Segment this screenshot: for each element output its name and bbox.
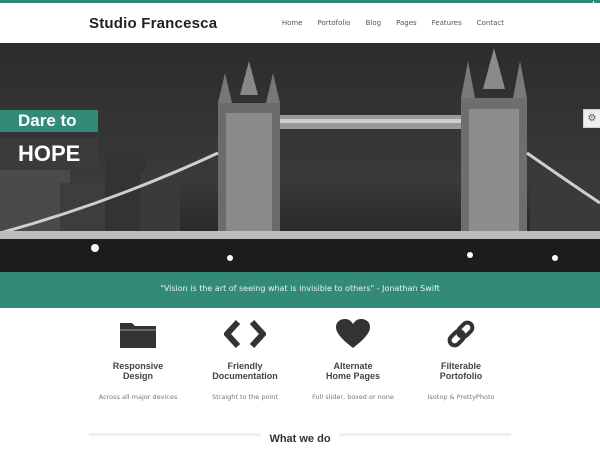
hero-caption-line2: HOPE <box>0 138 98 170</box>
nav-contact[interactable]: Contact <box>477 19 504 27</box>
feature-alternate-home-pages: Alternate Home Pages Full slider, boxed … <box>298 316 408 401</box>
heart-icon <box>298 316 408 352</box>
hero-caption-line1: Dare to <box>0 110 98 132</box>
feature-subtitle: Across all major devices <box>98 393 178 401</box>
folder-icon <box>83 316 193 352</box>
feature-title: Alternate Home Pages <box>325 361 381 381</box>
section-heading: What we do <box>0 427 600 446</box>
gear-icon[interactable]: ⚙ <box>583 109 600 128</box>
nav-blog[interactable]: Blog <box>366 19 381 27</box>
quote-band: "Vision is the art of seeing what is inv… <box>0 272 600 308</box>
site-logo[interactable]: Studio Francesca <box>89 15 217 32</box>
nav-features[interactable]: Features <box>432 19 462 27</box>
hero-slider[interactable]: Dare to HOPE ⚙ <box>0 43 600 272</box>
feature-title: Responsive Design <box>112 361 164 381</box>
nav-pages[interactable]: Pages <box>396 19 417 27</box>
nav-portofolio[interactable]: Portofolio <box>317 19 350 27</box>
feature-responsive-design: Responsive Design Across all major devic… <box>83 316 193 401</box>
feature-filterable-portofolio: Filterable Portofolio Isotop & PrettyPho… <box>406 316 516 401</box>
nav-home[interactable]: Home <box>282 19 303 27</box>
section-title-text: What we do <box>261 433 339 445</box>
feature-title: Friendly Documentation <box>212 361 278 381</box>
feature-subtitle: Full slider, boxed or none <box>312 393 394 401</box>
site-header: Studio Francesca Home Portofolio Blog Pa… <box>0 3 600 43</box>
main-nav: Home Portofolio Blog Pages Features Cont… <box>282 19 504 27</box>
feature-subtitle: Straight to the point <box>212 393 278 401</box>
code-icon <box>190 316 300 352</box>
feature-friendly-documentation: Friendly Documentation Straight to the p… <box>190 316 300 401</box>
feature-title: Filterable Portofolio <box>439 361 483 381</box>
features-row: Responsive Design Across all major devic… <box>0 316 600 406</box>
link-icon <box>406 316 516 352</box>
quote-text: "Vision is the art of seeing what is inv… <box>160 284 440 293</box>
feature-subtitle: Isotop & PrettyPhoto <box>427 393 495 401</box>
